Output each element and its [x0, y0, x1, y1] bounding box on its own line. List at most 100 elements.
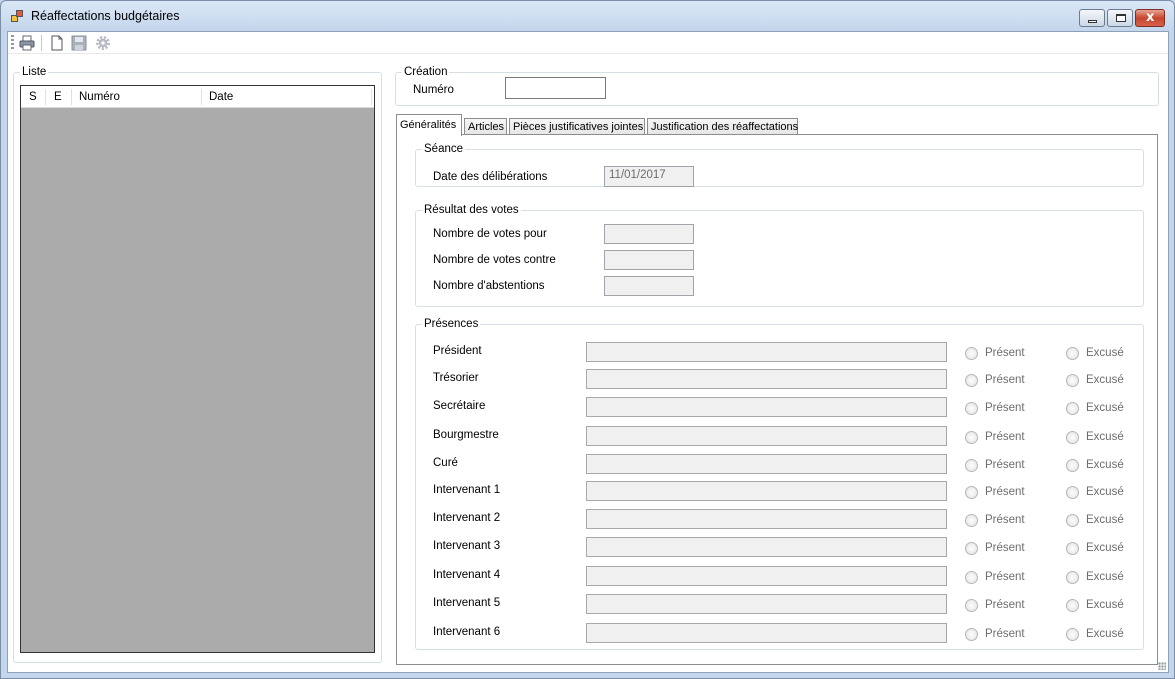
votes-contre-label: Nombre de votes contre	[433, 254, 556, 266]
excuse-radio[interactable]	[1066, 571, 1079, 584]
excuse-radio-label[interactable]: Excusé	[1086, 347, 1124, 359]
excuse-radio-label[interactable]: Excusé	[1086, 374, 1124, 386]
excuse-radio-label[interactable]: Excusé	[1086, 514, 1124, 526]
settings-gear-icon	[96, 36, 110, 50]
presence-name-input[interactable]	[586, 594, 947, 614]
minimize-button[interactable]	[1079, 9, 1105, 27]
present-radio-label[interactable]: Présent	[985, 459, 1025, 471]
presence-name-input[interactable]	[586, 369, 947, 389]
excuse-radio[interactable]	[1066, 628, 1079, 641]
present-radio-label[interactable]: Présent	[985, 402, 1025, 414]
present-radio[interactable]	[965, 486, 978, 499]
excuse-radio[interactable]	[1066, 431, 1079, 444]
votes-contre-input[interactable]	[604, 250, 694, 270]
presence-name-label: Intervenant 5	[433, 597, 501, 609]
presence-name-input[interactable]	[586, 509, 947, 529]
window-title: Réaffectations budgétaires	[31, 9, 180, 23]
excuse-radio-label[interactable]: Excusé	[1086, 571, 1124, 583]
present-radio[interactable]	[965, 542, 978, 555]
presence-name-label: Intervenant 3	[433, 540, 501, 552]
abstentions-input[interactable]	[604, 276, 694, 296]
present-radio-label[interactable]: Présent	[985, 486, 1025, 498]
excuse-radio-label[interactable]: Excusé	[1086, 599, 1124, 611]
column-header-e[interactable]: E	[54, 91, 62, 103]
seance-legend: Séance	[424, 143, 464, 155]
presence-name-label: Intervenant 6	[433, 626, 501, 638]
present-radio[interactable]	[965, 514, 978, 527]
numero-label: Numéro	[413, 84, 454, 96]
excuse-radio[interactable]	[1066, 374, 1079, 387]
present-radio-label[interactable]: Présent	[985, 571, 1025, 583]
column-header-s[interactable]: S	[29, 91, 37, 103]
title-bar[interactable]: Réaffectations budgétaires x	[1, 1, 1174, 31]
maximize-button[interactable]	[1107, 9, 1133, 27]
present-radio[interactable]	[965, 459, 978, 472]
list-view[interactable]: S E Numéro Date	[20, 85, 375, 653]
date-deliberations-input[interactable]: 11/01/2017	[604, 166, 694, 187]
presence-name-input[interactable]	[586, 623, 947, 643]
numero-input[interactable]	[505, 77, 606, 99]
present-radio-label[interactable]: Présent	[985, 374, 1025, 386]
new-document-icon	[51, 35, 63, 51]
present-radio-label[interactable]: Présent	[985, 514, 1025, 526]
excuse-radio[interactable]	[1066, 486, 1079, 499]
column-separator	[45, 89, 46, 105]
excuse-radio[interactable]	[1066, 402, 1079, 415]
excuse-radio-label[interactable]: Excusé	[1086, 431, 1124, 443]
presence-name-label: Curé	[433, 457, 458, 469]
list-header: S E Numéro Date	[21, 86, 374, 108]
presence-name-input[interactable]	[586, 342, 947, 362]
settings-button[interactable]	[94, 34, 112, 52]
excuse-radio[interactable]	[1066, 459, 1079, 472]
maximize-icon	[1116, 14, 1126, 22]
votes-pour-input[interactable]	[604, 224, 694, 244]
present-radio[interactable]	[965, 628, 978, 641]
excuse-radio-label[interactable]: Excusé	[1086, 402, 1124, 414]
excuse-radio[interactable]	[1066, 542, 1079, 555]
present-radio-label[interactable]: Présent	[985, 431, 1025, 443]
toolbar-grip[interactable]	[11, 35, 14, 51]
present-radio-label[interactable]: Présent	[985, 347, 1025, 359]
presences-legend: Présences	[424, 318, 479, 330]
presence-name-label: Président	[433, 345, 482, 357]
presence-name-input[interactable]	[586, 397, 947, 417]
presence-name-input[interactable]	[586, 426, 947, 446]
toolbar	[8, 32, 1168, 54]
new-button[interactable]	[48, 34, 66, 52]
date-deliberations-label: Date des délibérations	[433, 171, 548, 183]
presence-name-label: Intervenant 4	[433, 569, 501, 581]
save-icon	[71, 35, 87, 51]
present-radio-label[interactable]: Présent	[985, 542, 1025, 554]
column-header-date[interactable]: Date	[209, 91, 233, 103]
column-separator	[71, 89, 72, 105]
excuse-radio-label[interactable]: Excusé	[1086, 542, 1124, 554]
close-button[interactable]: x	[1135, 9, 1165, 27]
excuse-radio[interactable]	[1066, 599, 1079, 612]
present-radio[interactable]	[965, 431, 978, 444]
minimize-icon	[1088, 20, 1097, 23]
excuse-radio-label[interactable]: Excusé	[1086, 628, 1124, 640]
printer-icon	[19, 35, 35, 51]
resize-grip[interactable]	[1158, 662, 1166, 670]
excuse-radio[interactable]	[1066, 347, 1079, 360]
present-radio[interactable]	[965, 599, 978, 612]
client-area: Liste S E Numéro Date Création Numéro Gé…	[7, 31, 1169, 673]
save-button[interactable]	[70, 34, 88, 52]
excuse-radio-label[interactable]: Excusé	[1086, 459, 1124, 471]
print-button[interactable]	[18, 34, 36, 52]
present-radio[interactable]	[965, 402, 978, 415]
present-radio[interactable]	[965, 571, 978, 584]
present-radio-label[interactable]: Présent	[985, 599, 1025, 611]
excuse-radio-label[interactable]: Excusé	[1086, 486, 1124, 498]
present-radio[interactable]	[965, 347, 978, 360]
present-radio[interactable]	[965, 374, 978, 387]
presence-name-label: Secrétaire	[433, 400, 486, 412]
presence-name-input[interactable]	[586, 537, 947, 557]
presence-name-input[interactable]	[586, 481, 947, 501]
present-radio-label[interactable]: Présent	[985, 628, 1025, 640]
excuse-radio[interactable]	[1066, 514, 1079, 527]
presence-name-input[interactable]	[586, 454, 947, 474]
presence-name-input[interactable]	[586, 566, 947, 586]
column-header-numero[interactable]: Numéro	[79, 91, 120, 103]
tab-generalites[interactable]: Généralités	[396, 114, 462, 136]
